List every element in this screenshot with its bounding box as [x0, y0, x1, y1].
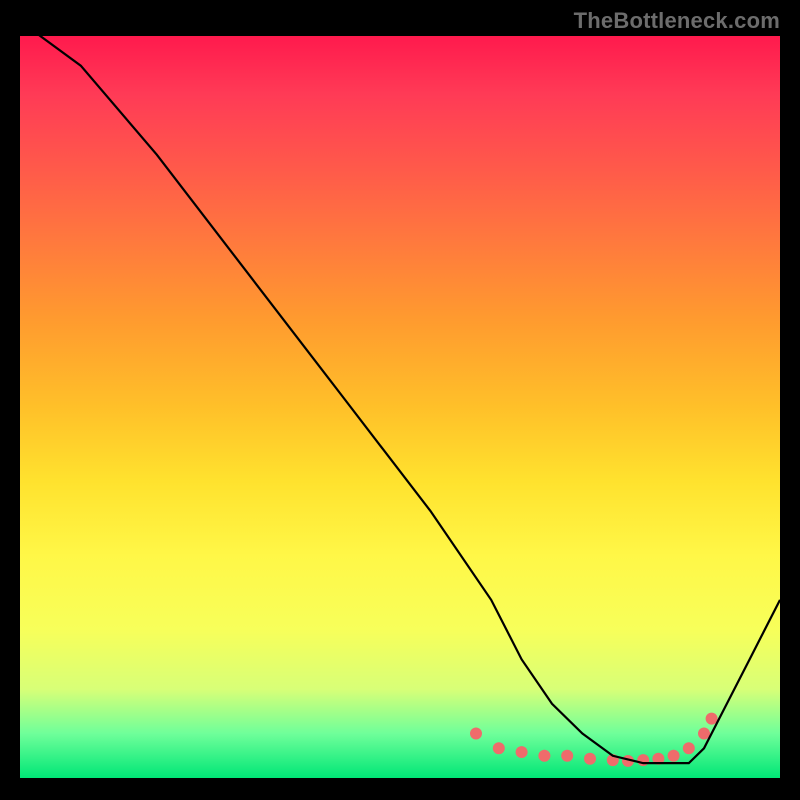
marker-dot	[706, 713, 718, 725]
marker-dot	[683, 742, 695, 754]
markers-group	[470, 713, 718, 767]
marker-dot	[516, 746, 528, 758]
marker-dot	[584, 753, 596, 765]
marker-dot	[561, 750, 573, 762]
marker-dot	[637, 754, 649, 766]
marker-dot	[538, 750, 550, 762]
marker-dot	[668, 750, 680, 762]
bottleneck-curve-path	[20, 21, 780, 763]
marker-dot	[493, 742, 505, 754]
marker-dot	[470, 728, 482, 740]
plot-area	[20, 36, 780, 780]
chart-svg	[20, 36, 780, 778]
chart-frame: TheBottleneck.com	[0, 0, 800, 800]
watermark-text: TheBottleneck.com	[574, 8, 780, 34]
